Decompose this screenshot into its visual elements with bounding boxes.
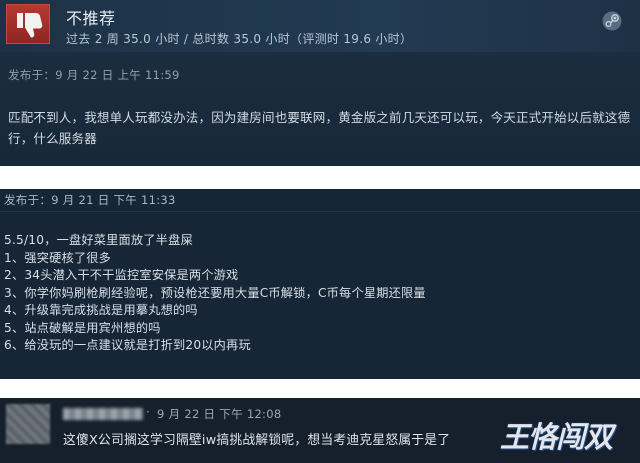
review-line: 1、强突硬核了很多 xyxy=(4,250,112,265)
watermark-logo: 王恪闯双 xyxy=(500,420,613,454)
review-line: 6、给没玩的一点建议就是打折到20以内再玩 xyxy=(4,338,251,352)
review-line: 2、34头潜入干不干监控室安保是两个游戏 xyxy=(4,268,239,282)
review-body-list: 5.5/10，一盘好菜里面放了半盘屎 1、强突硬核了很多 2、34头潜入干不干监… xyxy=(4,232,634,355)
playtime-info: 过去 2 周 35.0 小时 / 总时数 35.0 小时（评测时 19.6 小时… xyxy=(66,32,413,46)
comment-item: · 9 月 22 日 下午 12:08 这傻X公司搁这学习隔壁iw搞挑战解锁呢，… xyxy=(0,398,640,463)
commenter-name-blurred[interactable] xyxy=(63,408,143,420)
review-verdict: 不推荐 xyxy=(66,9,116,28)
review-posted-date: 发布于：9 月 21 日 下午 11:33 xyxy=(4,193,176,207)
review-header: 不推荐 过去 2 周 35.0 小时 / 总时数 35.0 小时（评测时 19.… xyxy=(0,0,640,52)
review-posted-date: 发布于：9 月 22 日 上午 11:59 xyxy=(8,68,180,82)
avatar[interactable] xyxy=(6,404,50,444)
review-line: 4、升级靠完成挑战是用摹丸想的吗 xyxy=(4,303,198,317)
review-card: 发布于：9 月 21 日 下午 11:33 5.5/10，一盘好菜里面放了半盘屎… xyxy=(0,189,640,379)
review-line: 3、你学你妈刷枪刷经验呢，预设枪还要用大量C币解锁，C币每个星期还限量 xyxy=(4,285,426,300)
review-line: 5.5/10，一盘好菜里面放了半盘屎 xyxy=(4,233,193,247)
review-card-negative: 不推荐 过去 2 周 35.0 小时 / 总时数 35.0 小时（评测时 19.… xyxy=(0,0,640,166)
divider xyxy=(0,211,640,212)
separator-dot: · xyxy=(146,405,150,419)
review-line: 5、站点破解是用宾州想的吗 xyxy=(4,320,161,335)
review-body: 匹配不到人，我想单人玩都没办法，因为建房间也要联网，黄金版之前几天还可以玩，今天… xyxy=(8,110,631,146)
steam-logo-icon xyxy=(602,11,622,31)
thumbs-down-icon xyxy=(17,13,43,38)
comment-text: 这傻X公司搁这学习隔壁iw搞挑战解锁呢，想当考迪克星怒属于是了 xyxy=(63,433,451,448)
thumbs-down-badge xyxy=(6,4,50,44)
comment-date: 9 月 22 日 下午 12:08 xyxy=(157,407,282,421)
